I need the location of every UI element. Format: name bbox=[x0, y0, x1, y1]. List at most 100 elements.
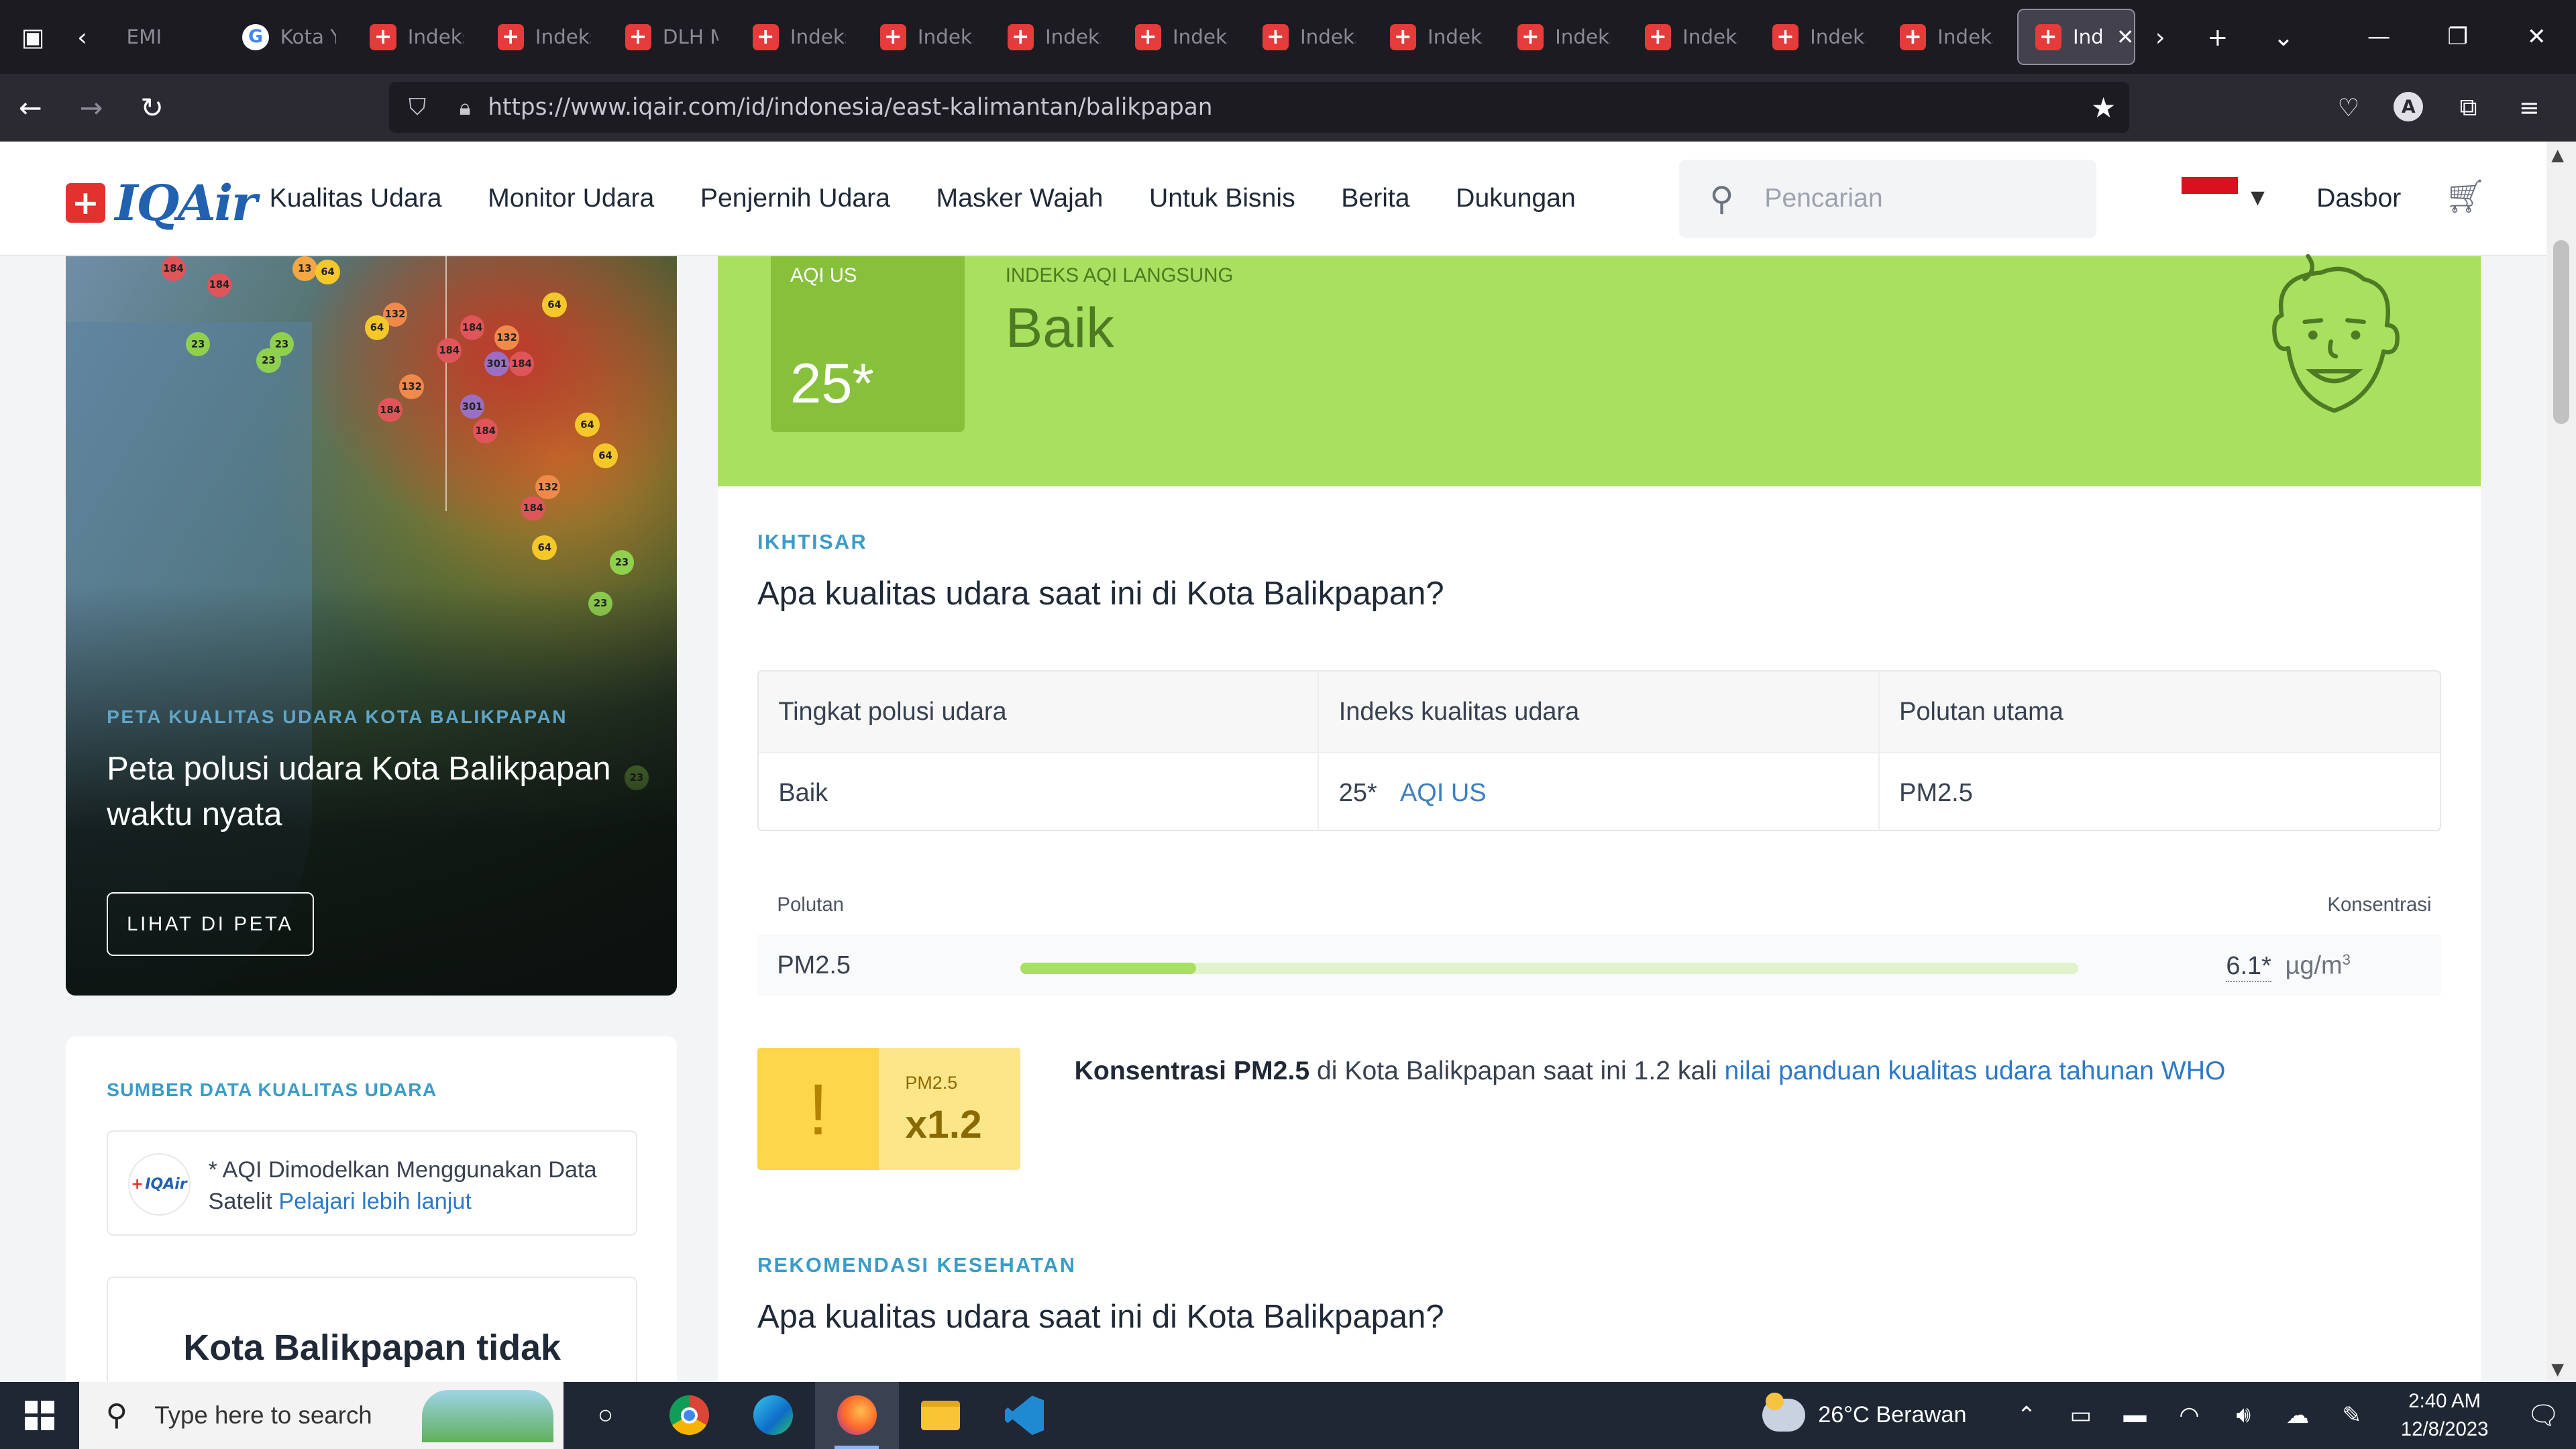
language-dropdown-icon[interactable]: ▼ bbox=[2251, 187, 2265, 208]
vscode-icon[interactable] bbox=[982, 1382, 1066, 1449]
show-hidden-icons-chevron-icon[interactable]: ⌃ bbox=[1999, 1402, 2053, 1429]
tab-list-icon[interactable]: ▣ bbox=[0, 0, 66, 74]
page-scrollbar[interactable]: ▲ ▼ bbox=[2546, 141, 2576, 1382]
browser-tab[interactable]: +DLH M bbox=[608, 9, 736, 64]
dashboard-link[interactable]: Dasbor bbox=[2316, 184, 2401, 213]
nav-kualitas-udara[interactable]: Kualitas Udara bbox=[270, 184, 442, 213]
map-aqi-marker[interactable]: 64 bbox=[575, 412, 600, 437]
indonesia-flag-icon[interactable] bbox=[2182, 177, 2238, 211]
map-aqi-marker[interactable]: 184 bbox=[460, 315, 485, 340]
map-aqi-marker[interactable]: 132 bbox=[494, 325, 519, 350]
taskbar-search-box[interactable]: ⚲ Type here to search bbox=[78, 1381, 564, 1449]
new-tab-icon[interactable]: + bbox=[2185, 0, 2251, 74]
map-aqi-marker[interactable]: 23 bbox=[609, 550, 635, 576]
start-button[interactable] bbox=[0, 1382, 79, 1449]
cart-icon[interactable]: 🛒︎ bbox=[2445, 177, 2486, 215]
map-aqi-marker[interactable]: 184 bbox=[378, 397, 402, 423]
account-avatar[interactable]: A bbox=[2394, 92, 2424, 122]
lock-icon[interactable]: 🔒︎ bbox=[442, 95, 488, 121]
browser-tab[interactable]: +Indeks bbox=[1246, 9, 1373, 64]
reload-icon[interactable]: ↻ bbox=[121, 74, 182, 141]
map-aqi-marker[interactable]: 23 bbox=[256, 348, 281, 373]
map-aqi-marker[interactable]: 184 bbox=[437, 338, 462, 364]
browser-tab[interactable]: +Indeks bbox=[1501, 9, 1628, 64]
onedrive-icon[interactable]: ☁ bbox=[2271, 1402, 2325, 1429]
firefox-icon[interactable] bbox=[814, 1381, 899, 1449]
browser-tab[interactable]: +Indeks bbox=[1373, 9, 1501, 64]
who-guideline-link[interactable]: nilai panduan kualitas udara tahunan WHO bbox=[1725, 1057, 2226, 1085]
map-aqi-marker[interactable]: 184 bbox=[207, 272, 232, 298]
task-view-icon[interactable]: ○ bbox=[564, 1382, 647, 1449]
taskbar-clock[interactable]: 2:40 AM 12/8/2023 bbox=[2379, 1387, 2510, 1443]
bookmark-star-icon[interactable]: ★ bbox=[2091, 91, 2116, 124]
menu-icon[interactable]: ≡ bbox=[2499, 74, 2560, 141]
map-aqi-marker[interactable]: 184 bbox=[509, 352, 534, 376]
pen-icon[interactable]: ✎ bbox=[2324, 1402, 2379, 1429]
learn-more-link[interactable]: Pelajari lebih lanjut bbox=[278, 1189, 472, 1214]
meet-now-icon[interactable]: ▭ bbox=[2053, 1402, 2108, 1429]
map-aqi-marker[interactable]: 64 bbox=[364, 315, 390, 340]
map-aqi-marker[interactable]: 301 bbox=[484, 352, 510, 376]
scroll-down-icon[interactable]: ▼ bbox=[2551, 1359, 2564, 1379]
map-aqi-marker[interactable]: 13 bbox=[292, 256, 317, 281]
nav-masker-wajah[interactable]: Masker Wajah bbox=[936, 184, 1104, 213]
map-aqi-marker[interactable]: 184 bbox=[473, 419, 498, 444]
notifications-icon[interactable]: 🗨︎ bbox=[2510, 1400, 2576, 1431]
browser-tab[interactable]: +Indeks bbox=[354, 9, 481, 64]
wifi-icon[interactable]: ◠ bbox=[2162, 1402, 2216, 1429]
scroll-up-icon[interactable]: ▲ bbox=[2551, 145, 2564, 164]
map-aqi-marker[interactable]: 64 bbox=[315, 259, 340, 284]
view-on-map-button[interactable]: LIHAT DI PETA bbox=[107, 892, 314, 957]
iqair-logo[interactable]: + IQAir bbox=[65, 174, 258, 232]
browser-tab[interactable]: +Indeks bbox=[1756, 9, 1883, 64]
nav-penjernih-udara[interactable]: Penjernih Udara bbox=[700, 184, 890, 213]
concentration-value[interactable]: 6.1* bbox=[2226, 951, 2271, 983]
file-explorer-icon[interactable] bbox=[899, 1382, 983, 1449]
chrome-icon[interactable] bbox=[647, 1382, 731, 1449]
browser-tab[interactable]: EMI bbox=[99, 9, 226, 64]
list-all-tabs-icon[interactable]: ⌄ bbox=[2251, 0, 2316, 74]
pocket-icon[interactable]: ♡ bbox=[2318, 74, 2379, 141]
nav-dukungan[interactable]: Dukungan bbox=[1456, 184, 1576, 213]
url-bar[interactable]: ⛉ 🔒︎ https://www.iqair.com/id/indonesia/… bbox=[389, 82, 2129, 133]
air-quality-map-card[interactable]: 184 13 64 184 132 64 184 132 64 184 301 184 23 23 23 13… bbox=[65, 256, 677, 996]
close-window-icon[interactable]: ✕ bbox=[2497, 0, 2576, 74]
map-aqi-marker[interactable]: 184 bbox=[521, 496, 546, 521]
browser-tab[interactable]: +Indeks bbox=[1883, 9, 2010, 64]
active-tab[interactable]: + Ind ✕ bbox=[2017, 9, 2136, 65]
extensions-icon[interactable]: ⧉ bbox=[2438, 74, 2499, 141]
map-aqi-marker[interactable]: 301 bbox=[460, 394, 485, 419]
battery-icon[interactable]: ▬ bbox=[2108, 1402, 2162, 1428]
volume-icon[interactable]: 🔊︎ bbox=[2216, 1402, 2271, 1428]
map-aqi-marker[interactable]: 64 bbox=[593, 443, 618, 468]
weather-widget[interactable]: 26°C Berawan bbox=[1762, 1392, 1967, 1432]
browser-tab[interactable]: +Indeks bbox=[1118, 9, 1246, 64]
map-aqi-marker[interactable]: 64 bbox=[542, 292, 567, 317]
site-search-input[interactable]: ⚲ Pencarian bbox=[1678, 159, 2096, 239]
edge-icon[interactable] bbox=[731, 1382, 815, 1449]
map-aqi-marker[interactable]: 184 bbox=[160, 256, 186, 281]
nav-monitor-udara[interactable]: Monitor Udara bbox=[488, 184, 654, 213]
tabs-scroll-right-icon[interactable]: › bbox=[2135, 0, 2184, 74]
browser-tab[interactable]: +Indeks bbox=[863, 9, 991, 64]
forward-icon[interactable]: → bbox=[61, 74, 122, 141]
browser-tab[interactable]: +Indeks bbox=[1628, 9, 1756, 64]
map-aqi-marker[interactable]: 132 bbox=[535, 474, 561, 500]
tracking-shield-icon[interactable]: ⛉ bbox=[392, 94, 441, 121]
browser-tab[interactable]: +Indeks bbox=[736, 9, 863, 64]
close-tab-icon[interactable]: ✕ bbox=[2116, 24, 2135, 50]
minimize-icon[interactable]: — bbox=[2339, 0, 2418, 74]
aqi-unit-link[interactable]: AQI US bbox=[1400, 779, 1487, 808]
browser-tab[interactable]: +Indeks bbox=[991, 9, 1118, 64]
nav-berita[interactable]: Berita bbox=[1341, 184, 1409, 213]
scrollbar-thumb[interactable] bbox=[2553, 239, 2570, 424]
back-icon[interactable]: ← bbox=[0, 74, 61, 141]
map-aqi-marker[interactable]: 64 bbox=[532, 535, 557, 561]
nav-untuk-bisnis[interactable]: Untuk Bisnis bbox=[1149, 184, 1295, 213]
browser-tab[interactable]: GKota Y bbox=[226, 9, 354, 64]
browser-tab[interactable]: +Indeks bbox=[481, 9, 608, 64]
map-aqi-marker[interactable]: 132 bbox=[399, 374, 424, 400]
url-text[interactable]: https://www.iqair.com/id/indonesia/east-… bbox=[488, 94, 1212, 121]
restore-icon[interactable]: ❐ bbox=[2418, 0, 2498, 74]
tabs-scroll-left-icon[interactable]: ‹ bbox=[66, 0, 99, 74]
